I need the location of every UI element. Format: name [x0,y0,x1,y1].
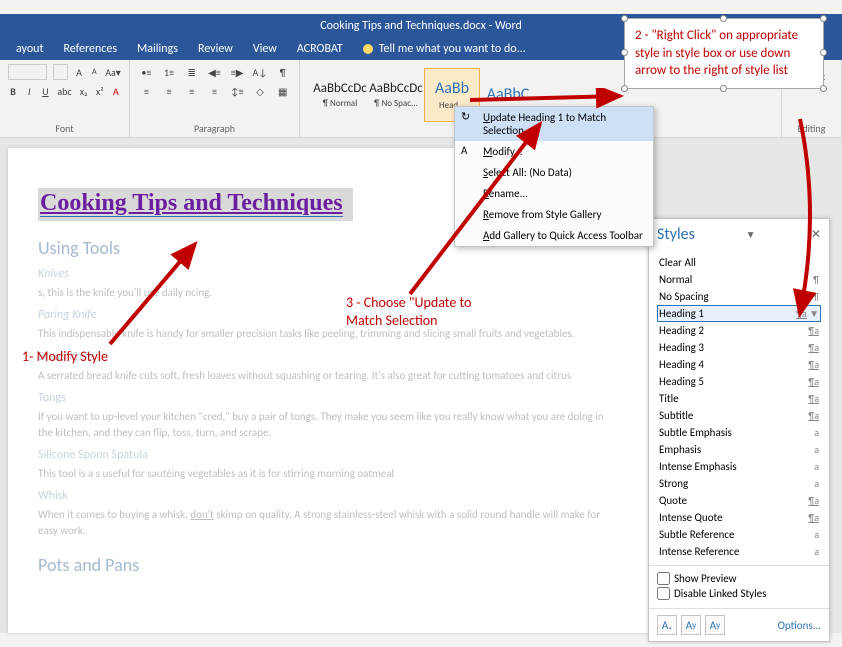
style-list-item[interactable]: Intense Quote¶a [657,509,821,526]
line-spacing-button[interactable]: ↕≡ [229,83,246,99]
style-list-item[interactable]: Clear All [657,254,821,271]
refresh-icon: ↻ [461,110,475,124]
align-right-button[interactable]: ≡ [183,83,200,99]
style-inspector-button[interactable]: Ay [681,615,701,635]
body-text[interactable]: A serrated bread knife cuts soft, fresh … [38,368,618,383]
pane-dropdown-icon[interactable]: ▼ [746,228,760,241]
show-preview-checkbox[interactable]: Show Preview [657,572,821,585]
style-list-item[interactable]: Heading 3¶a [657,339,821,356]
borders-button[interactable]: ▦ [274,83,291,99]
paragraph-group: •≡ 1≡ ≣ ◀≡ ≡▶ A↓ ¶ ≡ ≡ ≡ ≡ ↕≡ ◇ ▦ Paragr… [130,60,300,137]
shrink-font-icon[interactable]: A [90,64,99,80]
heading-bread[interactable]: Bread Knife [38,350,618,364]
style-list-item[interactable]: No Spacing¶ [657,288,821,305]
heading-tongs[interactable]: Tongs [38,391,618,405]
styles-list: Clear AllNormal¶No Spacing¶Heading 1¶a ▼… [649,250,829,565]
style-context-menu: ↻Update Heading 1 to Match SelectionAMod… [454,106,654,247]
heading-paring[interactable]: Paring Knife [38,308,618,322]
style-list-item[interactable]: Normal¶ [657,271,821,288]
sort-button[interactable]: A↓ [251,64,268,80]
context-menu-item[interactable]: Select All: (No Data) [455,162,653,183]
style-list-item[interactable]: Subtitle¶a [657,407,821,424]
disable-linked-checkbox[interactable]: Disable Linked Styles [657,587,821,600]
italic-button[interactable]: I [24,83,34,99]
body-text[interactable]: If you want to up-level your kitchen "cr… [38,409,618,440]
style-list-item[interactable]: Heading 1¶a ▼ [657,305,821,322]
document-title: Cooking Tips and Techniques.docx - Word [320,19,522,33]
font-size-box[interactable] [53,64,69,80]
style-list-item[interactable]: Heading 4¶a [657,356,821,373]
tab-review[interactable]: Review [198,42,233,56]
paragraph-group-label: Paragraph [138,122,291,135]
font-name-box[interactable] [8,64,47,80]
shading-button[interactable]: ◇ [252,83,269,99]
styles-pane-title: Styles [657,225,695,244]
new-style-button[interactable]: A₊ [657,615,677,635]
context-menu-item[interactable]: AModify... [455,141,653,162]
style-list-item[interactable]: Stronga [657,475,821,492]
justify-button[interactable]: ≡ [206,83,223,99]
body-text[interactable]: This indispensable knife is handy for sm… [38,326,618,341]
tab-view[interactable]: View [253,42,277,56]
font-controls: A A Aa▾ B I U abc x₂ x² A [8,64,121,118]
heading-pots-pans[interactable]: Pots and Pans [38,554,618,576]
style-list-item[interactable]: Subtle Emphasisa [657,424,821,441]
align-left-button[interactable]: ≡ [138,83,155,99]
style-list-item[interactable]: Subtle Referencea [657,526,821,543]
style-thumb[interactable]: AaBbCcDc¶ Normal [312,68,368,122]
context-menu-item[interactable]: Remove from Style Gallery [455,204,653,225]
modify-icon: A [461,144,475,158]
close-icon[interactable]: ✕ [811,227,821,242]
numbering-button[interactable]: 1≡ [161,64,178,80]
align-center-button[interactable]: ≡ [161,83,178,99]
style-list-item[interactable]: Title¶a [657,390,821,407]
style-list-item[interactable]: Emphasisa [657,441,821,458]
tab-acrobat[interactable]: ACROBAT [297,42,343,56]
context-menu-item[interactable]: Rename... [455,183,653,204]
styles-pane-footer: Show Preview Disable Linked Styles [649,565,829,608]
show-marks-button[interactable]: ¶ [274,64,291,80]
manage-styles-button[interactable]: Ay [705,615,725,635]
style-list-item[interactable]: Quote¶a [657,492,821,509]
body-text[interactable]: This tool is a s useful for sautéing veg… [38,466,618,481]
tab-layout[interactable]: ayout [16,42,43,56]
style-list-item[interactable]: Heading 2¶a [657,322,821,339]
grow-font-icon[interactable]: A [74,64,83,80]
options-link[interactable]: Options... [778,619,821,632]
heading-whisk[interactable]: Whisk [38,489,618,503]
styles-pane: Styles ▼ ✕ Clear AllNormal¶No Spacing¶He… [648,218,830,642]
style-list-item[interactable]: Intense Emphasisa [657,458,821,475]
bulb-icon [363,44,373,54]
change-case-icon[interactable]: Aa▾ [105,64,121,80]
font-group-label: Font [8,122,121,135]
annotation-3: 3 - Choose "Update to Match Selection [346,294,476,330]
bullets-button[interactable]: •≡ [138,64,155,80]
font-color-button[interactable]: A [111,83,121,99]
document-heading-title[interactable]: Cooking Tips and Techniques [38,188,353,221]
font-group: A A Aa▾ B I U abc x₂ x² A Font [0,60,130,137]
style-list-item[interactable]: Intense Referencea [657,543,821,560]
editing-group-label: Editing [790,122,833,135]
body-text[interactable]: When it comes to buying a whisk, don't s… [38,507,618,538]
subscript-button[interactable]: x₂ [79,83,89,99]
annotation-1: 1- Modify Style [22,348,108,366]
tab-mailings[interactable]: Mailings [137,42,178,56]
increase-indent-button[interactable]: ≡▶ [229,64,246,80]
tell-me-search[interactable]: Tell me what you want to do... [363,42,526,56]
decrease-indent-button[interactable]: ◀≡ [206,64,223,80]
superscript-button[interactable]: x² [95,83,105,99]
style-list-item[interactable]: Heading 5¶a [657,373,821,390]
heading-knives[interactable]: Knives [38,267,618,281]
context-menu-item[interactable]: Add Gallery to Quick Access Toolbar [455,225,653,246]
body-text[interactable]: s, this is the knife you'll use daily nc… [38,285,618,300]
strikethrough-button[interactable]: abc [57,83,73,99]
annotation-2-box: 2 - "Right Click" on appropriate style i… [624,18,824,89]
underline-button[interactable]: U [40,83,50,99]
context-menu-item[interactable]: ↻Update Heading 1 to Match Selection [455,107,653,141]
style-thumb[interactable]: AaBbCcDc¶ No Spac... [368,68,424,122]
heading-spatula[interactable]: Silicone Spoon Spatula [38,448,618,462]
tab-references[interactable]: References [63,42,117,56]
multilevel-button[interactable]: ≣ [183,64,200,80]
bold-button[interactable]: B [8,83,18,99]
